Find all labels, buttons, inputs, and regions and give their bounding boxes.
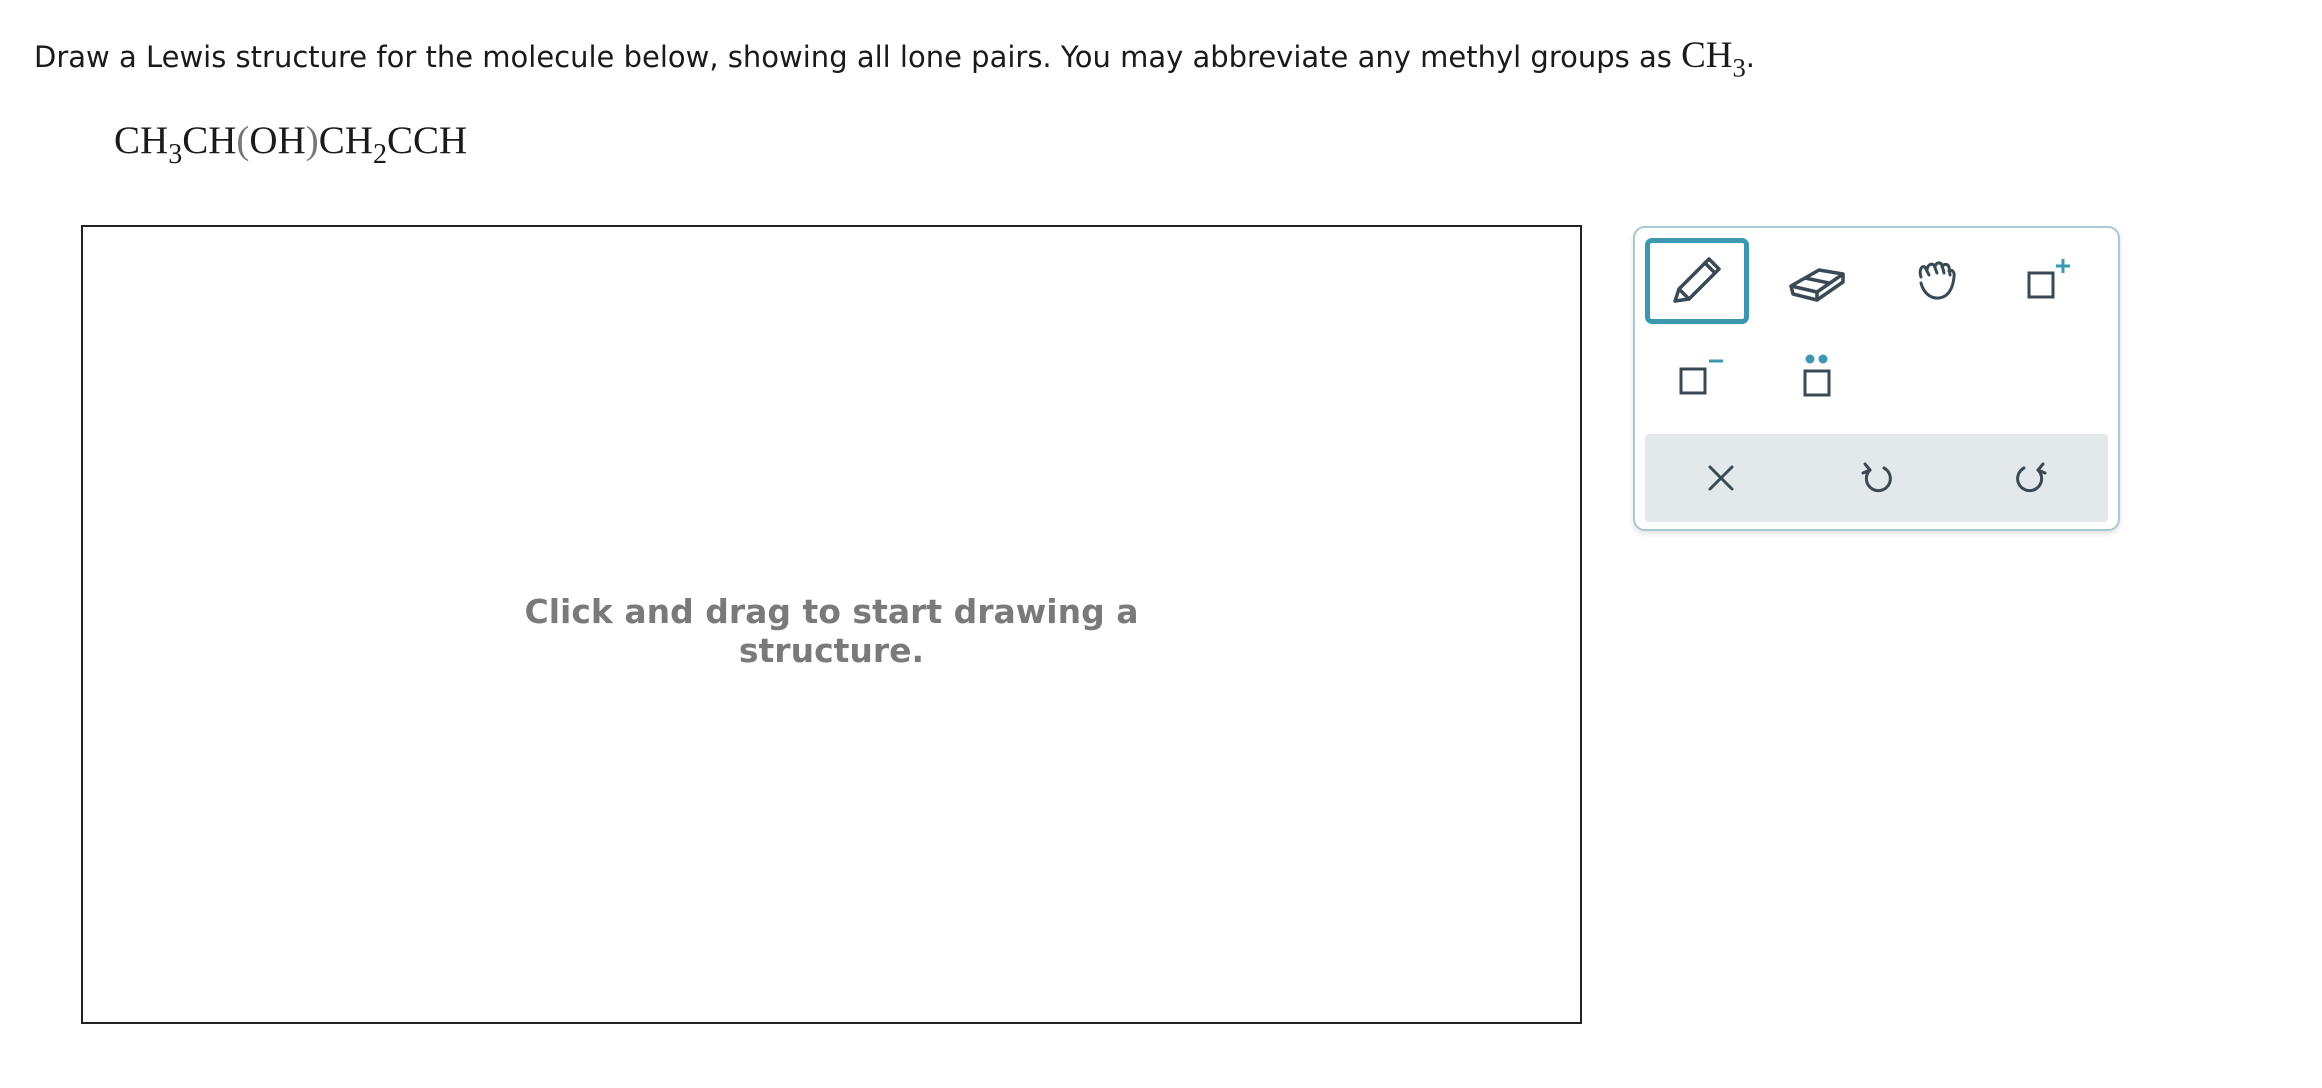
hand-tool-button[interactable]: [1885, 238, 1989, 324]
eraser-icon: [1789, 268, 1845, 302]
negative-charge-tool-button[interactable]: [1645, 334, 1749, 420]
close-icon: [1708, 465, 1734, 491]
redo-button[interactable]: [1991, 434, 2071, 522]
question-prompt: Draw a Lewis structure for the molecule …: [34, 35, 1756, 83]
clear-button[interactable]: [1681, 434, 1761, 522]
pencil-icon: [1673, 257, 1721, 303]
drawing-canvas[interactable]: Click and drag to start drawing a struct…: [81, 225, 1582, 1024]
square-plus-icon: [2027, 259, 2070, 299]
prompt-text: Draw a Lewis structure for the molecule …: [34, 40, 1682, 74]
drawing-toolbox: [1633, 226, 2120, 531]
positive-charge-tool-button[interactable]: [1995, 238, 2099, 324]
molecule-formula: CH3CH(OH)CH2CCH: [114, 119, 468, 170]
pencil-tool-button[interactable]: [1645, 238, 1749, 324]
action-bar: [1645, 434, 2108, 522]
redo-icon: [2016, 462, 2047, 493]
lone-pair-tool-button[interactable]: [1765, 334, 1869, 420]
hand-icon: [1918, 261, 1956, 300]
undo-button[interactable]: [1837, 434, 1917, 522]
square-lone-pair-icon: [1803, 354, 1831, 397]
eraser-tool-button[interactable]: [1765, 238, 1869, 324]
undo-icon: [1861, 462, 1892, 493]
square-minus-icon: [1679, 359, 1723, 395]
canvas-hint: Click and drag to start drawing a struct…: [524, 592, 1139, 670]
methyl-abbreviation: CH3: [1681, 35, 1746, 83]
